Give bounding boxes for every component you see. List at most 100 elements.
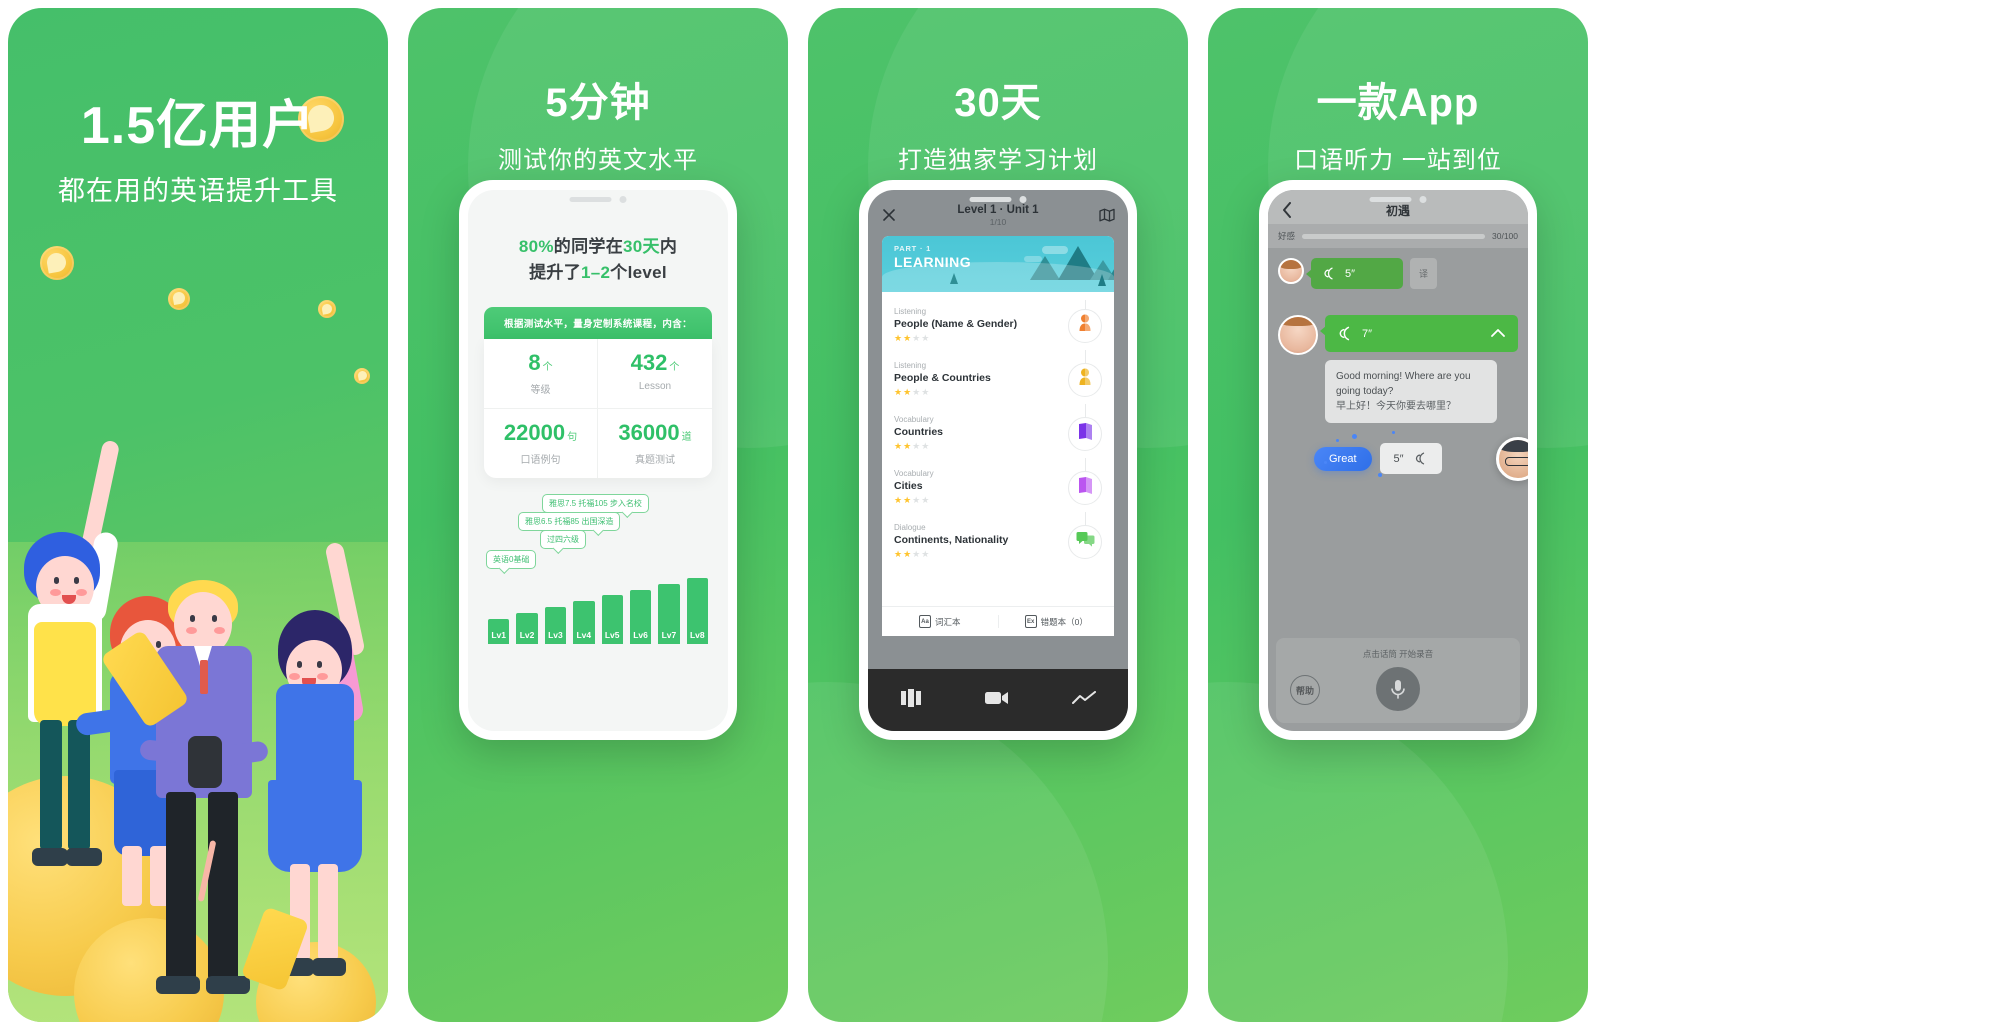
- star-icon: ★: [912, 333, 922, 343]
- chat-icon: [1076, 531, 1095, 552]
- chart-annotations: 英语0基础 过四六级 雅思6.5 托福85 出国深造 雅思7.5 托福105 步…: [484, 493, 712, 570]
- page-title: 30天: [954, 81, 1042, 125]
- star-icon: ★: [894, 333, 904, 343]
- chart-annotation: 过四六级: [540, 529, 586, 549]
- bar-column: Lv6: [629, 589, 652, 644]
- navbar-spacer: [1500, 201, 1518, 219]
- voice-message-bubble[interactable]: 5″: [1306, 258, 1403, 289]
- lesson-name: Continents, Nationality: [894, 534, 1009, 546]
- coin-decoration-icon: [168, 288, 190, 310]
- trend-icon[interactable]: [1072, 690, 1097, 710]
- tab-mistake-book[interactable]: Ex 错题本（0）: [997, 615, 1115, 628]
- phone-mockup: Level 1 · Unit 1 1/10 PART · 1 LEARNING …: [859, 180, 1137, 740]
- coin-decoration-icon: [40, 246, 74, 280]
- gallery-icon[interactable]: [900, 688, 922, 712]
- microphone-icon[interactable]: [1376, 667, 1420, 711]
- bar: [601, 595, 623, 627]
- lesson-node[interactable]: [1068, 349, 1102, 397]
- bar-column: Lv7: [658, 583, 680, 644]
- panel-headline: 一款App 口语听力 一站到位: [1208, 70, 1588, 175]
- hero-days: 30天: [623, 237, 660, 256]
- message-chinese: 早上好！今天你要去哪里？: [1336, 401, 1456, 412]
- stat-label: 等级: [530, 384, 551, 396]
- translation-bubble: Good morning! Where are you going today?…: [1325, 360, 1497, 423]
- sound-wave-icon: [1324, 267, 1333, 280]
- person-icon: [1077, 368, 1093, 391]
- stat-cell: 432 个 Lesson: [598, 339, 712, 409]
- lesson-list: Listening People (Name & Gender) ★★★★ Liste…: [882, 292, 1114, 568]
- chart-annotation: 雅思7.5 托福105 步入名校: [542, 493, 649, 513]
- banner-label-block: PART · 1 LEARNING: [894, 244, 971, 270]
- lesson-progress: 1/10: [989, 216, 1007, 227]
- lesson-row[interactable]: Dialogue Continents, Nationality ★★★★: [882, 511, 1114, 568]
- screenshot-gallery: 1.5亿用户 都在用的英语提升工具 5分钟 测试你的英文水平 80%的同学在30…: [0, 0, 2004, 1032]
- rating-stars: ★★★★: [894, 549, 1068, 560]
- course-stats-card: 根据测试水平，量身定制系统课程，内含： 8个 等级 432 个 Lesson 2…: [484, 306, 712, 478]
- phone-mockup: 初遇 好感 30/100 5″ 译 7″ Good morning! Where…: [1259, 180, 1537, 740]
- help-button[interactable]: 帮助: [1290, 675, 1320, 705]
- lesson-node[interactable]: [1068, 299, 1102, 343]
- star-icon: ★: [903, 333, 913, 343]
- bar-label: Lv8: [686, 626, 708, 644]
- voice-message-bubble[interactable]: 7″: [1320, 315, 1518, 352]
- bar-label: Lv5: [601, 626, 623, 644]
- lesson-name: Cities: [894, 480, 923, 492]
- my-avatar: [1496, 437, 1528, 481]
- panel-headline: 1.5亿用户 都在用的英语提升工具: [8, 97, 388, 208]
- close-icon[interactable]: [880, 206, 898, 224]
- stat-label: Lesson: [638, 380, 672, 392]
- phone-prop-icon: [188, 736, 222, 788]
- my-voice-bubble[interactable]: 5″: [1379, 443, 1442, 474]
- lesson-row[interactable]: Listening People & Countries ★★★★: [882, 349, 1114, 406]
- star-icon: ★: [903, 441, 913, 451]
- stat-cell: 36000 道 真题测试: [598, 409, 712, 478]
- lesson-node[interactable]: [1068, 403, 1102, 451]
- panel-headline: 30天 打造独家学习计划: [808, 70, 1188, 175]
- star-icon: ★: [894, 549, 904, 559]
- sound-wave-icon: [1339, 326, 1350, 341]
- lesson-node[interactable]: [1068, 511, 1102, 559]
- avatar: [1278, 258, 1304, 284]
- video-icon[interactable]: [984, 690, 1009, 711]
- star-icon: ★: [921, 495, 931, 505]
- lesson-kind: Vocabulary: [894, 415, 934, 424]
- lesson-row[interactable]: Vocabulary Countries ★★★★: [882, 403, 1114, 460]
- back-icon[interactable]: [1278, 201, 1296, 219]
- panel-users: 1.5亿用户 都在用的英语提升工具: [8, 8, 388, 1022]
- lesson-meta: Vocabulary Countries ★★★★: [894, 415, 1068, 452]
- lesson-kind: Vocabulary: [894, 469, 934, 478]
- lesson-node[interactable]: [1068, 457, 1102, 505]
- bar-column: Lv2: [516, 612, 538, 644]
- lesson-banner: PART · 1 LEARNING: [882, 236, 1114, 292]
- map-icon[interactable]: [1098, 206, 1116, 224]
- tab-vocabulary-book[interactable]: Aa 词汇本: [882, 615, 998, 628]
- chevron-up-icon[interactable]: [1491, 328, 1505, 340]
- affinity-meter: 好感 30/100: [1268, 224, 1528, 248]
- lesson-kind: Listening: [894, 361, 927, 370]
- bar: [488, 618, 510, 627]
- bar-label: Lv3: [544, 626, 567, 644]
- lesson-name: People & Countries: [894, 372, 991, 384]
- lesson-row[interactable]: Vocabulary Cities ★★★★: [882, 457, 1114, 514]
- phone-screen: 80%的同学在30天内 提升了1–2个level 根据测试水平，量身定制系统课程…: [468, 190, 728, 731]
- bar-column: Lv5: [601, 595, 623, 644]
- lesson-kind: Listening: [894, 307, 927, 316]
- banner-part-label: PART · 1: [894, 244, 932, 253]
- lesson-meta: Dialogue Continents, Nationality ★★★★: [894, 523, 1068, 560]
- voice-duration: 5″: [1345, 267, 1356, 280]
- stat-unit: 道: [681, 431, 692, 443]
- page-subtitle: 都在用的英语提升工具: [58, 176, 338, 207]
- coin-decoration-icon: [318, 300, 336, 318]
- voice-duration: 7″: [1362, 327, 1373, 340]
- hero-levels: 1–2: [581, 263, 611, 283]
- phone-screen: Level 1 · Unit 1 1/10 PART · 1 LEARNING …: [868, 190, 1128, 731]
- coin-decoration-icon: [354, 368, 370, 384]
- translate-button[interactable]: 译: [1410, 258, 1438, 289]
- bar: [573, 601, 595, 627]
- message-row: 5″ 译: [1278, 258, 1518, 289]
- lesson-row[interactable]: Listening People (Name & Gender) ★★★★: [882, 298, 1114, 352]
- status-badge: Great: [1314, 446, 1372, 471]
- panel-headline: 5分钟 测试你的英文水平: [408, 70, 788, 175]
- phone-mockup: 80%的同学在30天内 提升了1–2个level 根据测试水平，量身定制系统课程…: [459, 180, 737, 740]
- message-row: 7″ Good morning! Where are you going tod…: [1278, 315, 1518, 423]
